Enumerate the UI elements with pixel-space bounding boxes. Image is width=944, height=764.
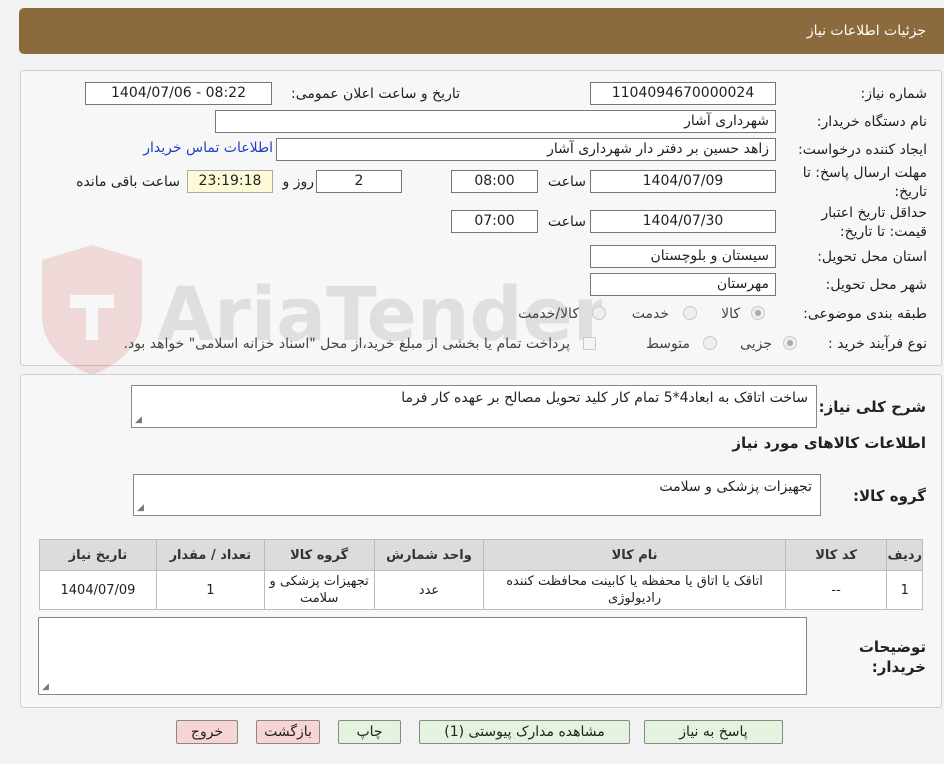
resize-grip-icon[interactable]: ◢: [135, 415, 142, 425]
goods-group-textarea[interactable]: تجهیزات پزشکی و سلامت ◢: [133, 474, 821, 516]
col-header-code: کد کالا: [784, 539, 888, 571]
col-header-name: نام کالا: [483, 539, 786, 571]
description-label: شرح کلی نیاز:: [818, 398, 926, 416]
col-header-qty: تعداد / مقدار: [155, 539, 265, 571]
requester-label: ایجاد کننده درخواست:: [798, 142, 927, 158]
validity-time-field: 07:00: [451, 210, 538, 233]
col-header-date: تاریخ نیاز: [39, 539, 157, 571]
items-table: ردیف کد کالا نام کالا واحد شمارش گروه کا…: [39, 539, 923, 610]
cell-qty: 1: [155, 570, 265, 610]
requester-field: زاهد حسین بر دفتر دار شهرداری آشار: [276, 138, 776, 161]
resize-grip-icon[interactable]: ◢: [137, 503, 144, 513]
category-option-service: خدمت: [631, 306, 669, 322]
col-header-group: گروه کالا: [263, 539, 375, 571]
col-header-unit: واحد شمارش: [373, 539, 485, 571]
table-row: 1 -- اتاقک یا اتاق یا محفظه یا کابینت مح…: [39, 570, 923, 610]
resize-grip-icon[interactable]: ◢: [42, 682, 49, 692]
process-label: نوع فرآیند خرید :: [828, 336, 927, 352]
validity-time-label: ساعت: [547, 214, 586, 230]
cell-name: اتاقک یا اتاق یا محفظه یا کابینت محافظت …: [483, 570, 786, 610]
buyer-notes-label-2: خریدار:: [871, 658, 926, 676]
goods-group-text: تجهیزات پزشکی و سلامت: [659, 479, 812, 495]
goods-section-title: اطلاعات کالاهای مورد نیاز: [732, 434, 926, 452]
treasury-checkbox[interactable]: [583, 337, 596, 350]
province-field: سیستان و بلوچستان: [590, 245, 776, 268]
process-option-medium: متوسط: [646, 336, 690, 352]
reply-button[interactable]: پاسخ به نیاز: [644, 720, 783, 744]
category-radio-both[interactable]: [592, 306, 606, 320]
buyer-contact-link[interactable]: اطلاعات تماس خریدار: [143, 140, 273, 156]
print-button[interactable]: چاپ: [338, 720, 401, 744]
reply-time-field: 08:00: [451, 170, 538, 193]
buyer-notes-textarea[interactable]: ◢: [38, 617, 807, 695]
cell-row-no: 1: [886, 570, 923, 610]
remaining-timer: 23:19:18: [187, 170, 273, 193]
description-text: ساخت اتاقک به ابعاد4*5 تمام کار کلید تحو…: [401, 390, 808, 406]
back-button[interactable]: بازگشت: [256, 720, 320, 744]
days-field: 2: [316, 170, 402, 193]
city-field: مهرستان: [590, 273, 776, 296]
category-option-both: کالا/خدمت: [518, 306, 579, 322]
need-number-field: 1104094670000024: [590, 82, 776, 105]
treasury-note: پرداخت تمام یا بخشی از مبلغ خرید،از محل …: [123, 336, 570, 352]
reply-deadline-label: مهلت ارسال پاسخ: تا: [802, 165, 927, 181]
cell-unit: عدد: [373, 570, 485, 610]
city-label: شهر محل تحویل:: [825, 277, 927, 293]
buyer-org-label: نام دستگاه خریدار:: [816, 114, 927, 130]
process-radio-minor[interactable]: [783, 336, 797, 350]
cell-group: تجهیزات پزشکی و سلامت: [263, 570, 375, 610]
watermark-logo: AriaTender.neT: [42, 245, 602, 375]
process-radio-medium[interactable]: [703, 336, 717, 350]
price-validity-label: حداقل تاریخ اعتبار: [821, 205, 927, 221]
cell-code: --: [784, 570, 888, 610]
process-option-minor: جزیی: [740, 336, 772, 352]
table-header-row: ردیف کد کالا نام کالا واحد شمارش گروه کا…: [39, 539, 923, 571]
price-validity-label-2: قیمت: تا تاریخ:: [839, 224, 927, 240]
category-radio-goods[interactable]: [751, 306, 765, 320]
col-header-row-no: ردیف: [886, 539, 923, 571]
need-number-label: شماره نیاز:: [860, 86, 928, 102]
goods-group-label: گروه کالا:: [853, 487, 926, 505]
page-header: جزئیات اطلاعات نیاز: [19, 8, 944, 54]
announce-label: تاریخ و ساعت اعلان عمومی:: [291, 86, 460, 102]
exit-button[interactable]: خروج: [176, 720, 238, 744]
remaining-label: ساعت باقی مانده: [76, 174, 180, 190]
category-label: طبقه بندی موضوعی:: [803, 306, 927, 322]
page-title: جزئیات اطلاعات نیاز: [806, 23, 926, 39]
view-attachments-button[interactable]: مشاهده مدارک پیوستی (1): [419, 720, 630, 744]
reply-date-field: 1404/07/09: [590, 170, 776, 193]
validity-date-field: 1404/07/30: [590, 210, 776, 233]
category-radio-service[interactable]: [683, 306, 697, 320]
province-label: استان محل تحویل:: [817, 249, 927, 265]
cell-date: 1404/07/09: [39, 570, 157, 610]
buyer-org-field: شهرداری آشار: [215, 110, 776, 133]
reply-deadline-label-2: تاریخ:: [894, 184, 927, 200]
buyer-notes-label: توضیحات: [858, 638, 926, 656]
days-label: روز و: [282, 174, 315, 190]
reply-time-label: ساعت: [547, 174, 586, 190]
category-option-goods: کالا: [721, 306, 740, 322]
description-textarea[interactable]: ساخت اتاقک به ابعاد4*5 تمام کار کلید تحو…: [131, 385, 817, 428]
announce-field: 1404/07/06 - 08:22: [85, 82, 272, 105]
